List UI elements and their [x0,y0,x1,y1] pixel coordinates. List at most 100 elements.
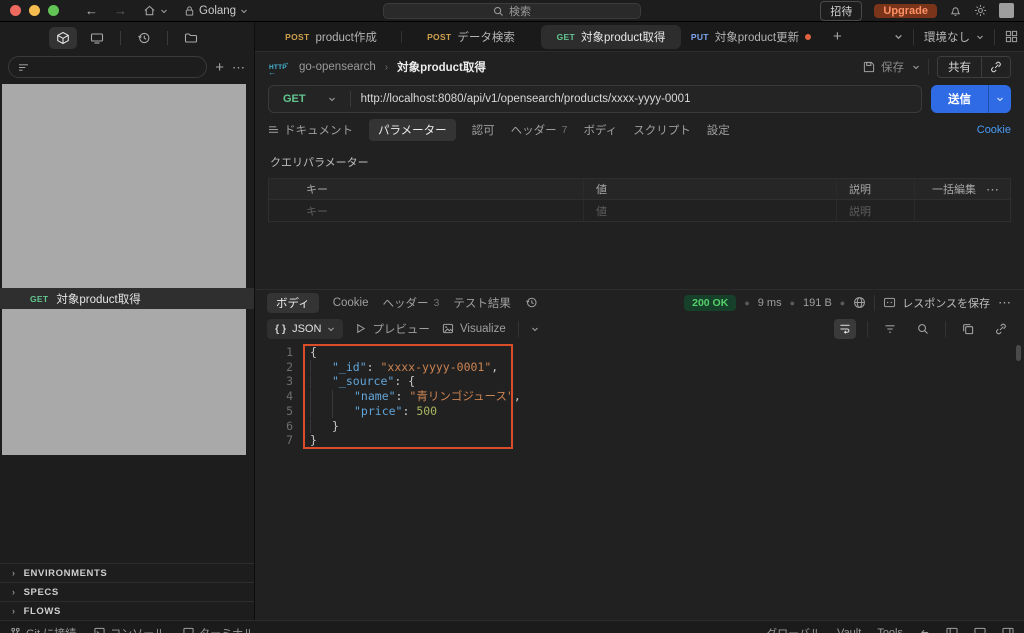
request-subtabs: ドキュメント パラメーター 認可 ヘッダー 7 ボディ スクリプト 設定 Coo… [255,116,1024,144]
sidebar-section-flows[interactable]: › FLOWS [0,601,254,620]
response-body-viewer[interactable]: 1 { 2 "_id": "xxxx-yyyy-0001", 3 "_sourc… [255,342,1024,620]
copy-icon[interactable] [957,319,979,339]
collapse-arrow-icon[interactable] [919,627,930,633]
sidebar-tab-history[interactable] [130,27,158,49]
sidebar-tab-apis[interactable] [83,27,111,49]
invite-button[interactable]: 招待 [820,0,863,21]
breadcrumb-request-name[interactable]: 対象product取得 [397,59,486,75]
right-panel-toggle-icon[interactable] [1002,627,1014,633]
format-selector[interactable]: { } JSON [267,318,344,339]
tab-body[interactable]: ボディ [584,122,618,138]
network-globe-icon[interactable] [853,296,866,309]
send-label[interactable]: 送信 [931,91,988,107]
line-number: 4 [286,389,293,404]
sidebar-request-item[interactable]: GET 対象product取得 [0,288,254,309]
params-more-button[interactable]: ⋯ [986,183,1000,196]
search-in-body-icon[interactable] [912,319,934,339]
method-selector[interactable]: GET [269,93,350,105]
response-tab-tests[interactable]: テスト結果 [453,295,511,311]
terminal-label: ターミナル [199,625,254,633]
git-connect-button[interactable]: Git に接続 [10,625,76,633]
send-button[interactable]: 送信 [931,85,1011,113]
tab-parameters[interactable]: パラメーター [369,119,456,141]
save-button[interactable]: 保存 [863,59,904,75]
bulk-edit-button[interactable]: 一括編集 [932,181,976,197]
breadcrumb-collection[interactable]: go-opensearch [299,61,376,73]
scrollbar-thumb[interactable] [1016,345,1021,361]
environment-selector[interactable]: 環境なし [924,29,984,45]
save-response-button[interactable]: レスポンスを保存 [883,295,990,311]
tab-post-product-create[interactable]: POST product作成 [261,25,401,49]
tab-post-data-search[interactable]: POST データ検索 [401,25,541,49]
zoom-window-button[interactable] [48,5,59,16]
response-history-icon[interactable] [525,296,538,309]
new-tab-button[interactable]: + [833,29,842,44]
environment-quick-look-icon[interactable] [1005,30,1018,43]
description-placeholder[interactable]: 説明 [836,200,914,221]
tab-put-product-update[interactable]: PUT 対象product更新 [681,25,821,49]
global-variables-button[interactable]: グローバル [766,625,821,633]
key-placeholder[interactable]: キー [269,200,583,221]
visualize-options-chevron-icon[interactable] [531,325,539,333]
settings-gear-icon[interactable] [974,4,987,17]
response-panel: ボディ Cookie ヘッダー 3 テスト結果 200 OK ● 9 ms ● … [255,289,1024,620]
terminal-button[interactable]: ターミナル [183,625,254,633]
request-tab-strip: POST product作成 POST データ検索 GET 対象product取… [255,22,1024,52]
sidebar-more-button[interactable]: ⋯ [232,61,246,74]
workspace-switcher[interactable]: Golang [184,5,248,17]
response-more-button[interactable]: ⋯ [998,296,1012,309]
sidebar-filter-input[interactable] [35,61,198,73]
tab-get-product-fetch[interactable]: GET 対象product取得 [541,24,681,49]
notifications-bell-icon[interactable] [949,4,962,17]
user-avatar[interactable] [999,3,1014,18]
save-response-icon [883,297,896,308]
search-icon [493,6,504,17]
new-collection-button[interactable]: + [215,60,224,75]
tools-button[interactable]: Tools [877,627,903,633]
sidebar-tab-files[interactable] [177,27,205,49]
nav-back-button[interactable]: ← [85,3,98,18]
window-controls[interactable] [10,5,59,16]
global-search[interactable]: 検索 [383,3,641,19]
share-link-icon[interactable] [981,57,1010,77]
tab-scripts[interactable]: スクリプト [633,122,691,138]
home-button[interactable] [143,4,168,17]
visualize-button[interactable]: Visualize [442,323,506,335]
tab-documentation[interactable]: ドキュメント [268,122,353,138]
response-tab-body[interactable]: ボディ [267,292,319,313]
bottom-panel-toggle-icon[interactable] [974,627,986,633]
vault-button[interactable]: Vault [837,627,861,633]
nav-forward-button[interactable]: → [114,3,127,18]
tab-settings[interactable]: 設定 [707,122,730,138]
minimize-window-button[interactable] [29,5,40,16]
value-placeholder[interactable]: 値 [583,200,836,221]
upgrade-button[interactable]: Upgrade [874,3,937,18]
sidebar: + ⋯ GET 対象product取得 › ENVIRONMENTS › SPE… [0,22,255,620]
tab-headers[interactable]: ヘッダー 7 [511,122,568,138]
console-button[interactable]: コンソール [94,625,165,633]
preview-button[interactable]: プレビュー [355,321,430,337]
close-window-button[interactable] [10,5,21,16]
response-tab-cookies[interactable]: Cookie [333,297,369,309]
left-panel-toggle-icon[interactable] [946,627,958,633]
sidebar-filter[interactable] [8,56,208,78]
sidebar-tab-collections[interactable] [49,27,77,49]
params-empty-row[interactable]: キー 値 説明 [269,200,1010,221]
share-button[interactable]: 共有 [937,56,1011,78]
home-icon [143,4,156,17]
link-icon[interactable] [990,319,1012,339]
share-label[interactable]: 共有 [938,57,981,77]
chevron-down-icon [160,7,168,15]
tab-authorization[interactable]: 認可 [472,122,495,138]
cookies-link[interactable]: Cookie [977,124,1011,136]
save-floppy-icon [863,61,875,73]
response-tab-headers[interactable]: ヘッダー 3 [383,295,440,311]
wrap-lines-icon[interactable] [834,318,856,339]
send-options-chevron-icon[interactable] [988,85,1011,113]
tab-overflow-chevron-icon[interactable] [894,32,903,41]
save-options-chevron-icon[interactable] [912,63,920,71]
sidebar-section-environments[interactable]: › ENVIRONMENTS [0,563,254,582]
url-input[interactable] [360,93,921,105]
sidebar-section-specs[interactable]: › SPECS [0,582,254,601]
filter-icon[interactable] [879,319,901,339]
